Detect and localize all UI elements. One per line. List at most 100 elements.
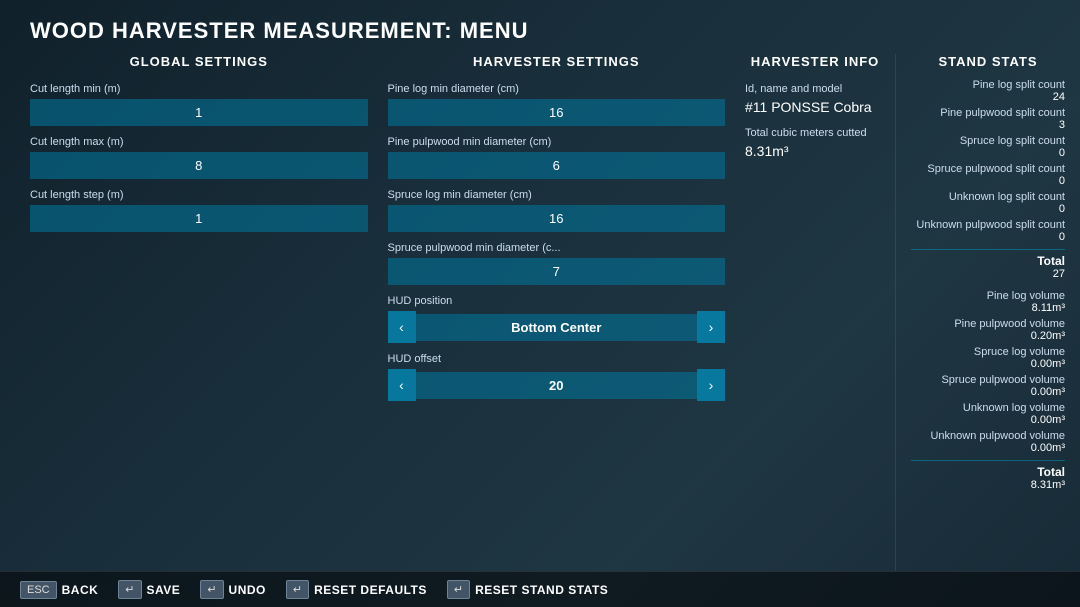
split-count-value: 24 [911, 91, 1065, 103]
volume-row: Unknown pulpwood volume0.00m³ [911, 430, 1065, 454]
cubic-meters-label: Total cubic meters cutted [745, 127, 885, 139]
volume-label: Unknown pulpwood volume [911, 430, 1065, 442]
btn-label: BACK [62, 583, 99, 597]
cut-length-min-field: Cut length min (m) [30, 83, 368, 126]
split-count-row: Pine log split count24 [911, 79, 1065, 103]
volume-label: Pine log volume [911, 290, 1065, 302]
btn-label: RESET DEFAULTS [314, 583, 427, 597]
spruce-pulpwood-min-diam-input[interactable] [388, 258, 726, 285]
split-count-label: Spruce log split count [911, 135, 1065, 147]
cut-length-step-label: Cut length step (m) [30, 189, 368, 201]
global-settings-title: GLOBAL SETTINGS [30, 54, 368, 69]
spruce-pulpwood-min-diam-label: Spruce pulpwood min diameter (c... [388, 242, 726, 254]
bottom-btn-reset-defaults[interactable]: ↵ RESET DEFAULTS [286, 580, 427, 599]
bottom-btn-back[interactable]: ESC BACK [20, 581, 98, 599]
hud-position-selector: ‹ Bottom Center › [388, 311, 726, 343]
hud-offset-value: 20 [416, 372, 698, 399]
split-total-value: 27 [911, 268, 1065, 280]
split-divider [911, 249, 1065, 250]
hud-position-prev-button[interactable]: ‹ [388, 311, 416, 343]
hud-offset-selector: ‹ 20 › [388, 369, 726, 401]
key-badge: ↵ [286, 580, 309, 599]
pine-log-min-diam-field: Pine log min diameter (cm) [388, 83, 726, 126]
volume-value: 0.00m³ [911, 442, 1065, 454]
bottom-btn-save[interactable]: ↵SAVE [118, 580, 180, 599]
volume-label: Spruce log volume [911, 346, 1065, 358]
volume-row: Spruce log volume0.00m³ [911, 346, 1065, 370]
hud-position-next-button[interactable]: › [697, 311, 725, 343]
harvester-settings-title: HARVESTER SETTINGS [388, 54, 726, 69]
volume-value: 0.00m³ [911, 386, 1065, 398]
split-count-row: Unknown pulpwood split count0 [911, 219, 1065, 243]
split-count-label: Spruce pulpwood split count [911, 163, 1065, 175]
spruce-log-min-diam-label: Spruce log min diameter (cm) [388, 189, 726, 201]
hud-position-value: Bottom Center [416, 314, 698, 341]
pine-pulpwood-min-diam-label: Pine pulpwood min diameter (cm) [388, 136, 726, 148]
split-count-value: 0 [911, 175, 1065, 187]
stand-stats-title: STAND STATS [911, 54, 1065, 69]
split-count-row: Pine pulpwood split count3 [911, 107, 1065, 131]
hud-offset-field: HUD offset ‹ 20 › [388, 353, 726, 401]
split-count-label: Unknown pulpwood split count [911, 219, 1065, 231]
volume-row: Pine log volume8.11m³ [911, 290, 1065, 314]
hud-position-field: HUD position ‹ Bottom Center › [388, 295, 726, 343]
harvester-info-panel: HARVESTER INFO Id, name and model #11 PO… [735, 54, 895, 571]
volume-total-value: 8.31m³ [911, 479, 1065, 491]
btn-label: SAVE [147, 583, 181, 597]
harvester-id-label: Id, name and model [745, 83, 885, 95]
hud-position-label: HUD position [388, 295, 726, 307]
pine-log-min-diam-input[interactable] [388, 99, 726, 126]
cubic-meters-value: 8.31m³ [745, 143, 885, 159]
volume-row: Pine pulpwood volume0.20m³ [911, 318, 1065, 342]
cut-length-step-field: Cut length step (m) [30, 189, 368, 232]
btn-label: RESET STAND STATS [475, 583, 608, 597]
hud-offset-next-button[interactable]: › [697, 369, 725, 401]
split-counts-container: Pine log split count24 Pine pulpwood spli… [911, 79, 1065, 243]
split-count-row: Unknown log split count0 [911, 191, 1065, 215]
btn-label: UNDO [229, 583, 266, 597]
split-count-value: 3 [911, 119, 1065, 131]
split-count-label: Unknown log split count [911, 191, 1065, 203]
cut-length-max-input[interactable] [30, 152, 368, 179]
page-title: WOOD HARVESTER MEASUREMENT: MENU [0, 0, 1080, 54]
split-count-value: 0 [911, 231, 1065, 243]
volume-value: 8.11m³ [911, 302, 1065, 314]
volume-label: Pine pulpwood volume [911, 318, 1065, 330]
cut-length-min-label: Cut length min (m) [30, 83, 368, 95]
pine-pulpwood-min-diam-field: Pine pulpwood min diameter (cm) [388, 136, 726, 179]
volume-label: Spruce pulpwood volume [911, 374, 1065, 386]
harvester-id-row: Id, name and model #11 PONSSE Cobra [745, 83, 885, 115]
global-settings-panel: GLOBAL SETTINGS Cut length min (m) Cut l… [20, 54, 378, 571]
volume-label: Unknown log volume [911, 402, 1065, 414]
spruce-pulpwood-min-diam-field: Spruce pulpwood min diameter (c... [388, 242, 726, 285]
volume-divider [911, 460, 1065, 461]
harvester-id-value: #11 PONSSE Cobra [745, 99, 885, 115]
bottom-bar: ESC BACK ↵SAVE ↵ UNDO ↵ RESET DEFAULTS ↵RESET S… [0, 571, 1080, 607]
volume-row: Spruce pulpwood volume0.00m³ [911, 374, 1065, 398]
hud-offset-prev-button[interactable]: ‹ [388, 369, 416, 401]
split-count-value: 0 [911, 147, 1065, 159]
stand-stats-panel: STAND STATS Pine log split count24 Pine p… [895, 54, 1080, 571]
harvester-info-title: HARVESTER INFO [745, 54, 885, 69]
volume-row: Unknown log volume0.00m³ [911, 402, 1065, 426]
cut-length-step-input[interactable] [30, 205, 368, 232]
pine-log-min-diam-label: Pine log min diameter (cm) [388, 83, 726, 95]
cubic-meters-row: Total cubic meters cutted 8.31m³ [745, 127, 885, 159]
harvester-settings-panel: HARVESTER SETTINGS Pine log min diameter… [378, 54, 736, 571]
volume-total-label: Total [911, 465, 1065, 479]
cut-length-min-input[interactable] [30, 99, 368, 126]
spruce-log-min-diam-input[interactable] [388, 205, 726, 232]
volumes-container: Pine log volume8.11m³ Pine pulpwood volum… [911, 290, 1065, 454]
pine-pulpwood-min-diam-input[interactable] [388, 152, 726, 179]
bottom-btn-reset-stand-stats[interactable]: ↵RESET STAND STATS [447, 580, 608, 599]
split-total-label: Total [911, 254, 1065, 268]
cut-length-max-label: Cut length max (m) [30, 136, 368, 148]
key-badge: ESC [20, 581, 57, 599]
bottom-btn-undo[interactable]: ↵ UNDO [200, 580, 266, 599]
split-count-label: Pine pulpwood split count [911, 107, 1065, 119]
volume-value: 0.00m³ [911, 358, 1065, 370]
key-badge: ↵ [200, 580, 223, 599]
split-count-row: Spruce log split count0 [911, 135, 1065, 159]
volume-value: 0.20m³ [911, 330, 1065, 342]
hud-offset-label: HUD offset [388, 353, 726, 365]
